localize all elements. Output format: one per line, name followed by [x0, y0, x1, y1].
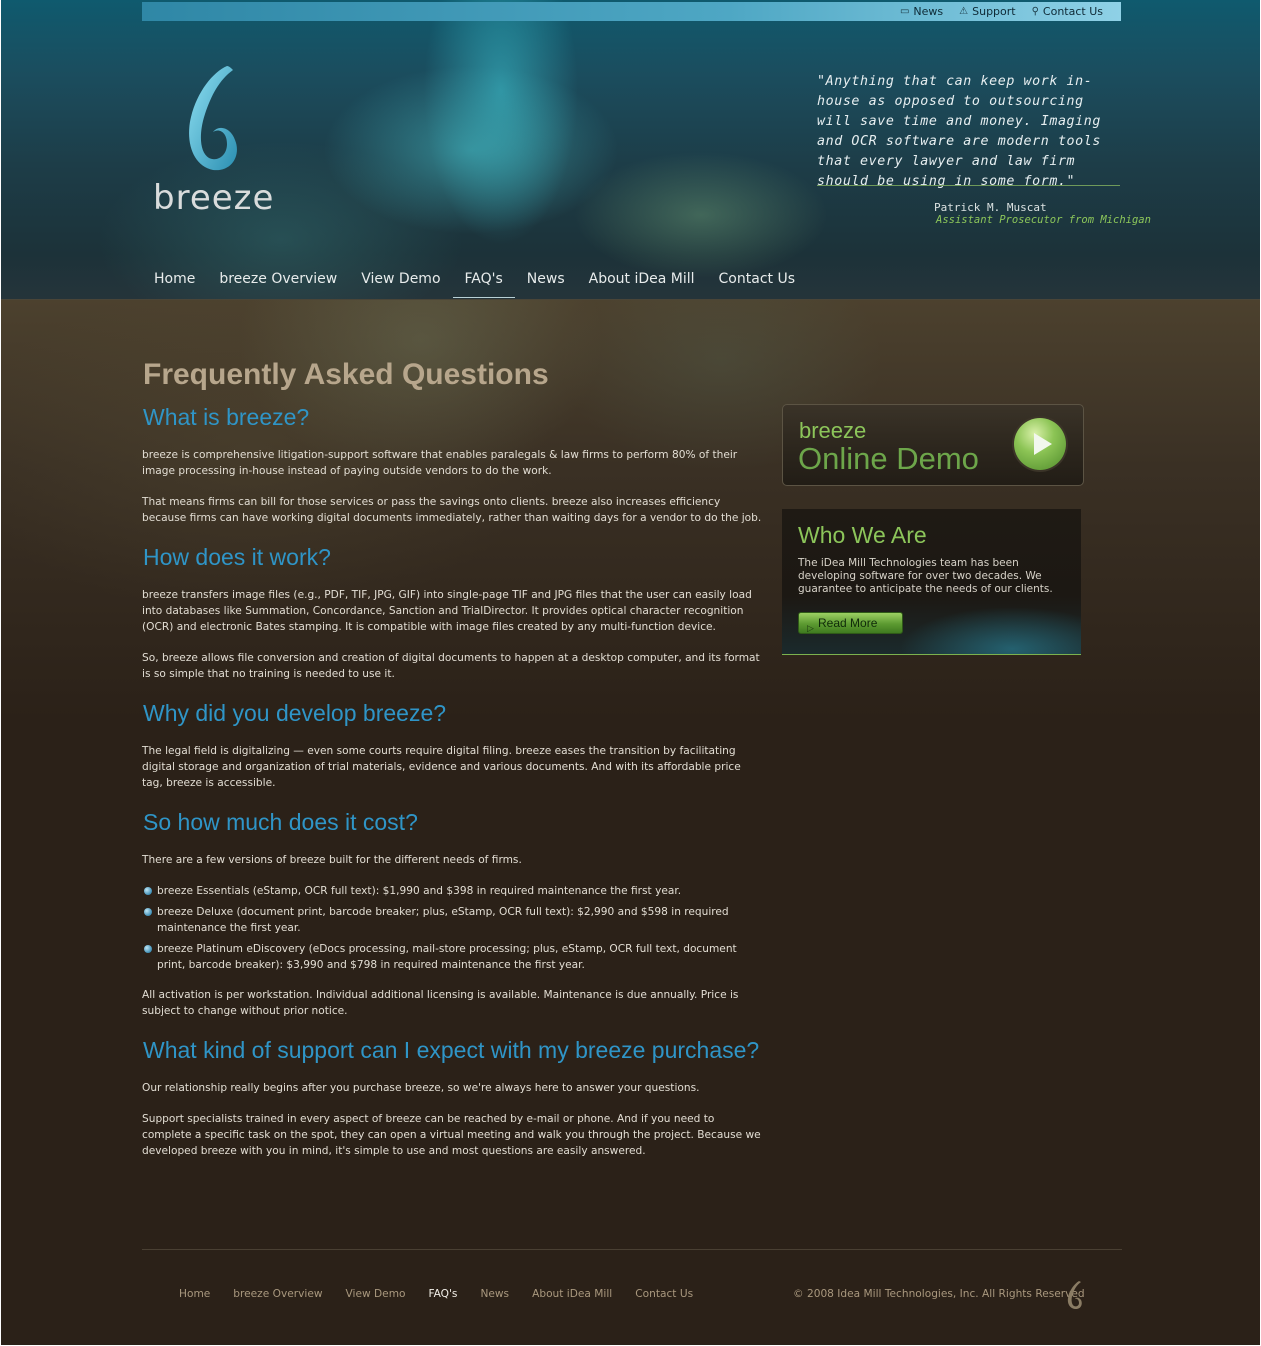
brand-logo[interactable]: breeze: [153, 60, 283, 220]
faq-paragraph: There are a few versions of breeze built…: [142, 854, 522, 866]
list-item: breeze Deluxe (document print, barcode b…: [142, 904, 764, 936]
main-nav: Home breeze Overview View Demo FAQ's New…: [142, 268, 807, 298]
footer-link-faqs[interactable]: FAQ's: [429, 1288, 458, 1300]
quote-author: Patrick M. Muscat: [934, 201, 1047, 214]
faq-paragraph: breeze is comprehensive litigation-suppo…: [142, 449, 738, 477]
page-frame: ▭ News ⚠ Support ⚲ Contact Us breeze "An…: [1, 0, 1260, 1345]
footer-divider: [142, 1249, 1122, 1250]
bullet-icon: [144, 945, 152, 953]
faq-paragraph: breeze transfers image files (e.g., PDF,…: [142, 589, 752, 633]
online-demo-button[interactable]: breeze Online Demo: [782, 404, 1084, 486]
utility-bar: ▭ News ⚠ Support ⚲ Contact Us: [142, 2, 1121, 21]
nav-item-news[interactable]: News: [515, 268, 577, 298]
speech-bubble-icon: ▭: [899, 6, 910, 17]
util-link-label: Support: [972, 5, 1016, 18]
faq-heading-support: What kind of support can I expect with m…: [143, 1037, 760, 1063]
play-icon[interactable]: [1014, 418, 1066, 470]
faq-paragraph: So, breeze allows file conversion and cr…: [142, 652, 760, 680]
util-link-label: News: [913, 5, 944, 18]
list-item: breeze Platinum eDiscovery (eDocs proces…: [142, 941, 764, 973]
who-we-are-panel: Who We Are The iDea Mill Technologies te…: [782, 509, 1081, 655]
copyright-text: © 2008 Idea Mill Technologies, Inc. All …: [793, 1288, 1085, 1300]
footer-link-about[interactable]: About iDea Mill: [532, 1288, 612, 1300]
quote-divider: [817, 185, 1120, 186]
faq-heading-how: How does it work?: [143, 544, 331, 570]
play-triangle: [1034, 433, 1052, 455]
testimonial-quote: "Anything that can keep work in-house as…: [817, 74, 1101, 189]
faq-paragraph: Support specialists trained in every asp…: [142, 1113, 761, 1157]
nav-item-breeze-overview[interactable]: breeze Overview: [207, 268, 349, 298]
bullet-icon: [144, 908, 152, 916]
util-link-label: Contact Us: [1042, 5, 1103, 18]
footer-link-home[interactable]: Home: [179, 1288, 210, 1300]
list-item-text: breeze Deluxe (document print, barcode b…: [157, 906, 729, 934]
nav-item-view-demo[interactable]: View Demo: [349, 268, 452, 298]
util-link-support[interactable]: ⚠ Support: [959, 5, 1015, 18]
page-title: Frequently Asked Questions: [143, 358, 549, 391]
faq-paragraph: That means firms can bill for those serv…: [142, 496, 762, 524]
footer-link-view-demo[interactable]: View Demo: [346, 1288, 406, 1300]
who-we-are-text: The iDea Mill Technologies team has been…: [798, 557, 1053, 595]
footer-link-breeze-overview[interactable]: breeze Overview: [233, 1288, 322, 1300]
who-we-are-title: Who We Are: [798, 522, 927, 548]
faq-content: What is breeze? breeze is comprehensive …: [142, 401, 764, 1174]
faq-heading-what: What is breeze?: [143, 404, 310, 430]
footer-link-news[interactable]: News: [480, 1288, 509, 1300]
faq-heading-cost: So how much does it cost?: [143, 809, 418, 835]
bullet-icon: [144, 887, 152, 895]
nav-item-home[interactable]: Home: [142, 268, 207, 298]
util-link-contact[interactable]: ⚲ Contact Us: [1032, 5, 1103, 18]
footer-logo-icon: [1067, 1281, 1082, 1309]
list-item-text: breeze Platinum eDiscovery (eDocs proces…: [157, 943, 737, 971]
faq-paragraph: The legal field is digitalizing — even s…: [142, 745, 741, 789]
brand-name: breeze: [153, 178, 275, 218]
nav-item-about[interactable]: About iDea Mill: [577, 268, 707, 298]
read-more-button[interactable]: ▷ Read More: [798, 612, 903, 634]
footer-link-contact[interactable]: Contact Us: [635, 1288, 693, 1300]
faq-paragraph: All activation is per workstation. Indiv…: [142, 989, 739, 1017]
nav-item-contact[interactable]: Contact Us: [707, 268, 807, 298]
pricing-list: breeze Essentials (eStamp, OCR full text…: [142, 883, 764, 973]
quote-author-role: Assistant Prosecutor from Michigan: [936, 214, 1151, 226]
faq-heading-why: Why did you develop breeze?: [143, 700, 447, 726]
nav-item-faqs[interactable]: FAQ's: [452, 268, 515, 298]
person-icon: ⚲: [1031, 6, 1039, 17]
warning-triangle-icon: ⚠: [959, 6, 969, 17]
list-item: breeze Essentials (eStamp, OCR full text…: [142, 883, 764, 899]
footer-nav: Home breeze Overview View Demo FAQ's New…: [179, 1288, 716, 1300]
read-more-label: Read More: [818, 616, 878, 630]
demo-title: Online Demo: [798, 441, 979, 476]
util-link-news[interactable]: ▭ News: [900, 5, 943, 18]
list-item-text: breeze Essentials (eStamp, OCR full text…: [157, 885, 682, 897]
breeze-swirl-icon: [189, 66, 237, 171]
faq-paragraph: Our relationship really begins after you…: [142, 1082, 700, 1094]
arrow-right-icon: ▷: [807, 623, 814, 633]
